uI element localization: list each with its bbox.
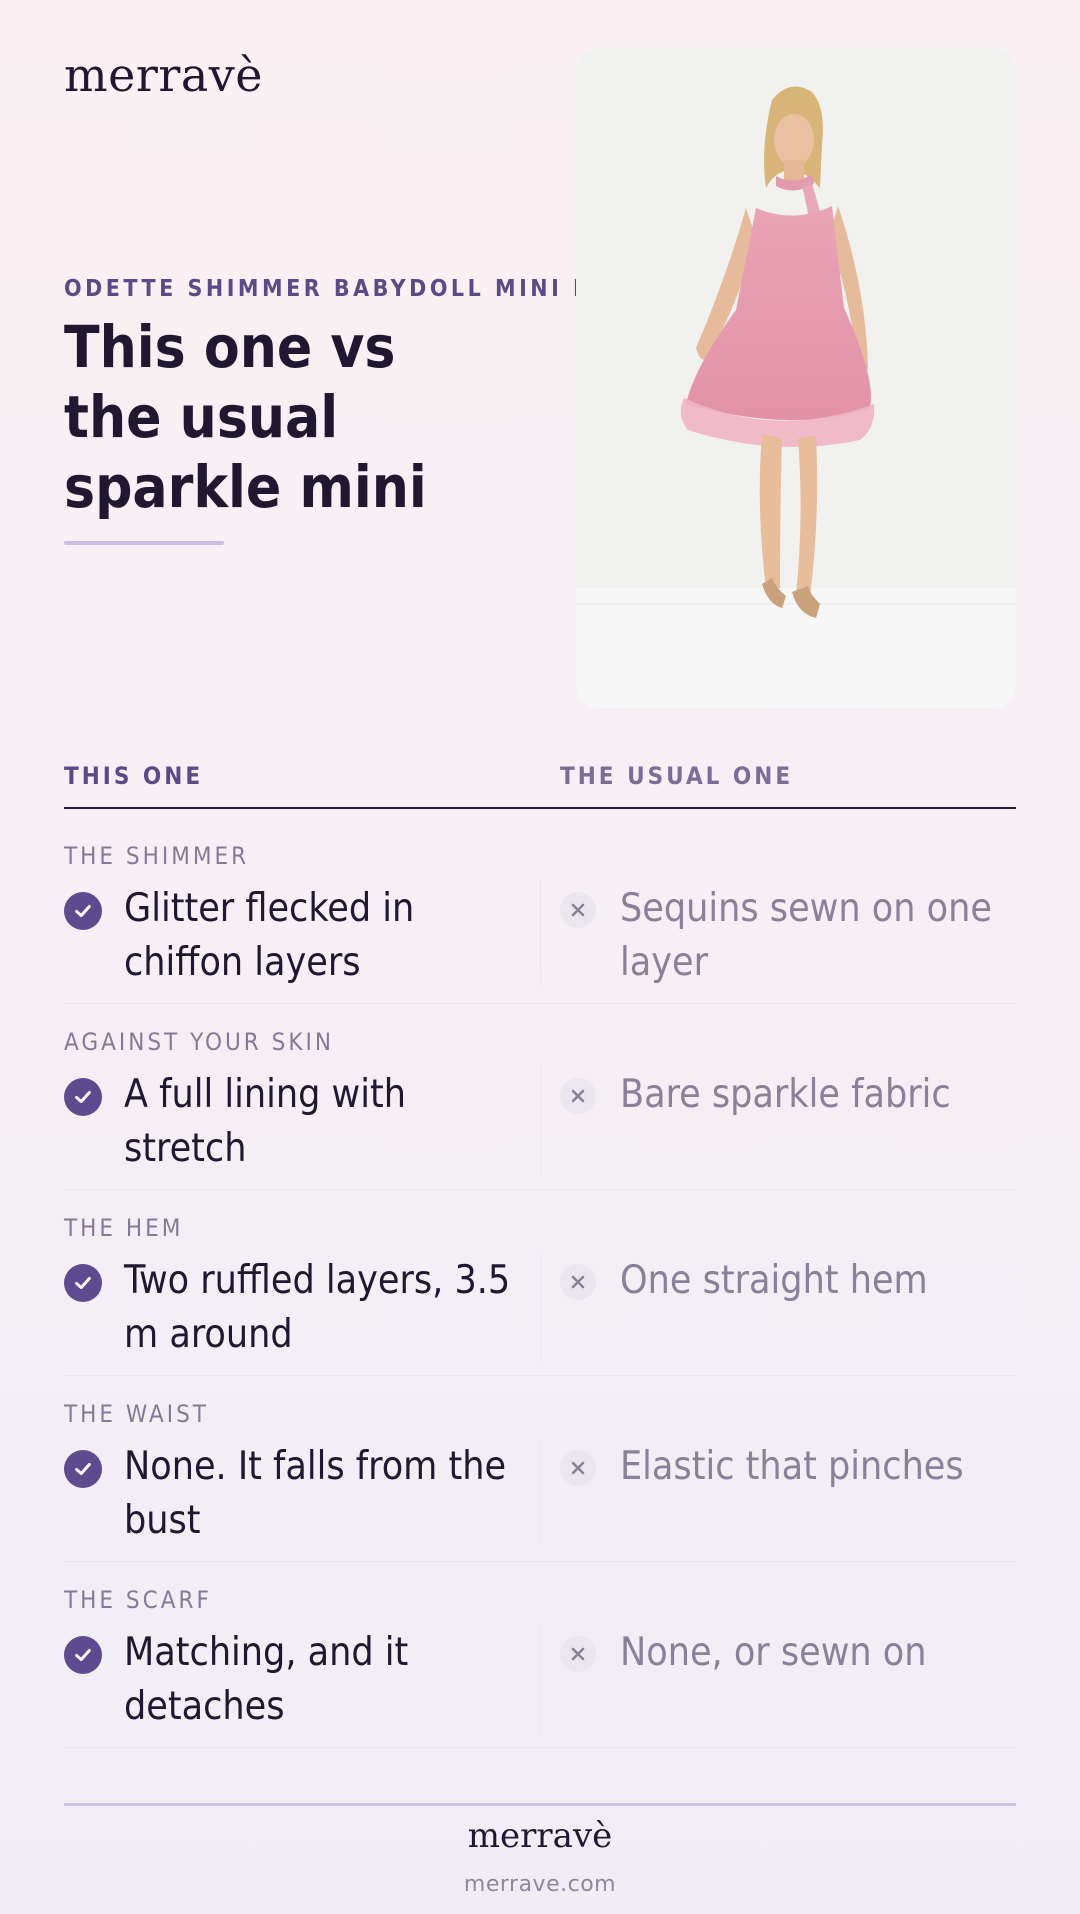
check-icon (64, 1078, 102, 1116)
row-label: THE SCARF (64, 1586, 212, 1614)
column-divider (540, 1436, 541, 1548)
this-one-value: Glitter flecked in chiffon layers (124, 886, 415, 985)
this-one-value: None. It falls from the bust (124, 1444, 507, 1543)
close-icon (560, 892, 596, 928)
usual-one-value: One straight hem (620, 1258, 928, 1303)
brand-logo[interactable]: merravè (64, 48, 263, 102)
column-header-this-one: THIS ONE (64, 762, 204, 790)
footer-rule (64, 1803, 1016, 1806)
footer-website-link[interactable]: merrave.com (0, 1872, 1080, 1897)
this-one-value: Matching, and it detaches (124, 1630, 409, 1729)
column-header-usual-one: THE USUAL ONE (560, 762, 794, 790)
check-icon (64, 892, 102, 930)
this-one-value: Two ruffled layers, 3.5 m around (124, 1258, 511, 1357)
column-divider (540, 1064, 541, 1176)
row-label: AGAINST YOUR SKIN (64, 1028, 335, 1056)
row-label: THE SHIMMER (64, 842, 250, 870)
product-photo (576, 48, 1016, 708)
check-icon (64, 1264, 102, 1302)
close-icon (560, 1078, 596, 1114)
model-wearing-dress-image (576, 48, 1016, 708)
row-divider (64, 1747, 1016, 1748)
comparison-row: THE HEM Two ruffled layers, 3.5 m around… (64, 1190, 1016, 1376)
column-divider (540, 1250, 541, 1362)
this-one-value: A full lining with stretch (124, 1072, 406, 1171)
usual-one-value: Bare sparkle fabric (620, 1072, 951, 1117)
footer-brand-logo[interactable]: merravè (0, 1816, 1080, 1856)
column-divider (540, 878, 541, 990)
close-icon (560, 1264, 596, 1300)
comparison-row: AGAINST YOUR SKIN A full lining with str… (64, 1004, 1016, 1190)
comparison-page: merravè ODETTE SHIMMER BABYDOLL MINI D T… (0, 0, 1080, 1914)
row-label: THE HEM (64, 1214, 184, 1242)
comparison-row: THE SHIMMER Glitter flecked in chiffon l… (64, 818, 1016, 1004)
header-rule (64, 807, 1016, 809)
row-label: THE WAIST (64, 1400, 209, 1428)
close-icon (560, 1636, 596, 1672)
comparison-row: THE WAIST None. It falls from the bust E… (64, 1376, 1016, 1562)
check-icon (64, 1636, 102, 1674)
usual-one-value: None, or sewn on (620, 1630, 927, 1675)
page-title: This one vs the usual sparkle mini (64, 313, 427, 521)
title-underline (64, 541, 224, 545)
check-icon (64, 1450, 102, 1488)
product-name-eyebrow: ODETTE SHIMMER BABYDOLL MINI D (64, 276, 576, 302)
close-icon (560, 1450, 596, 1486)
usual-one-value: Sequins sewn on one layer (620, 886, 992, 985)
usual-one-value: Elastic that pinches (620, 1444, 964, 1489)
column-divider (540, 1622, 541, 1734)
comparison-row: THE SCARF Matching, and it detaches None… (64, 1562, 1016, 1748)
